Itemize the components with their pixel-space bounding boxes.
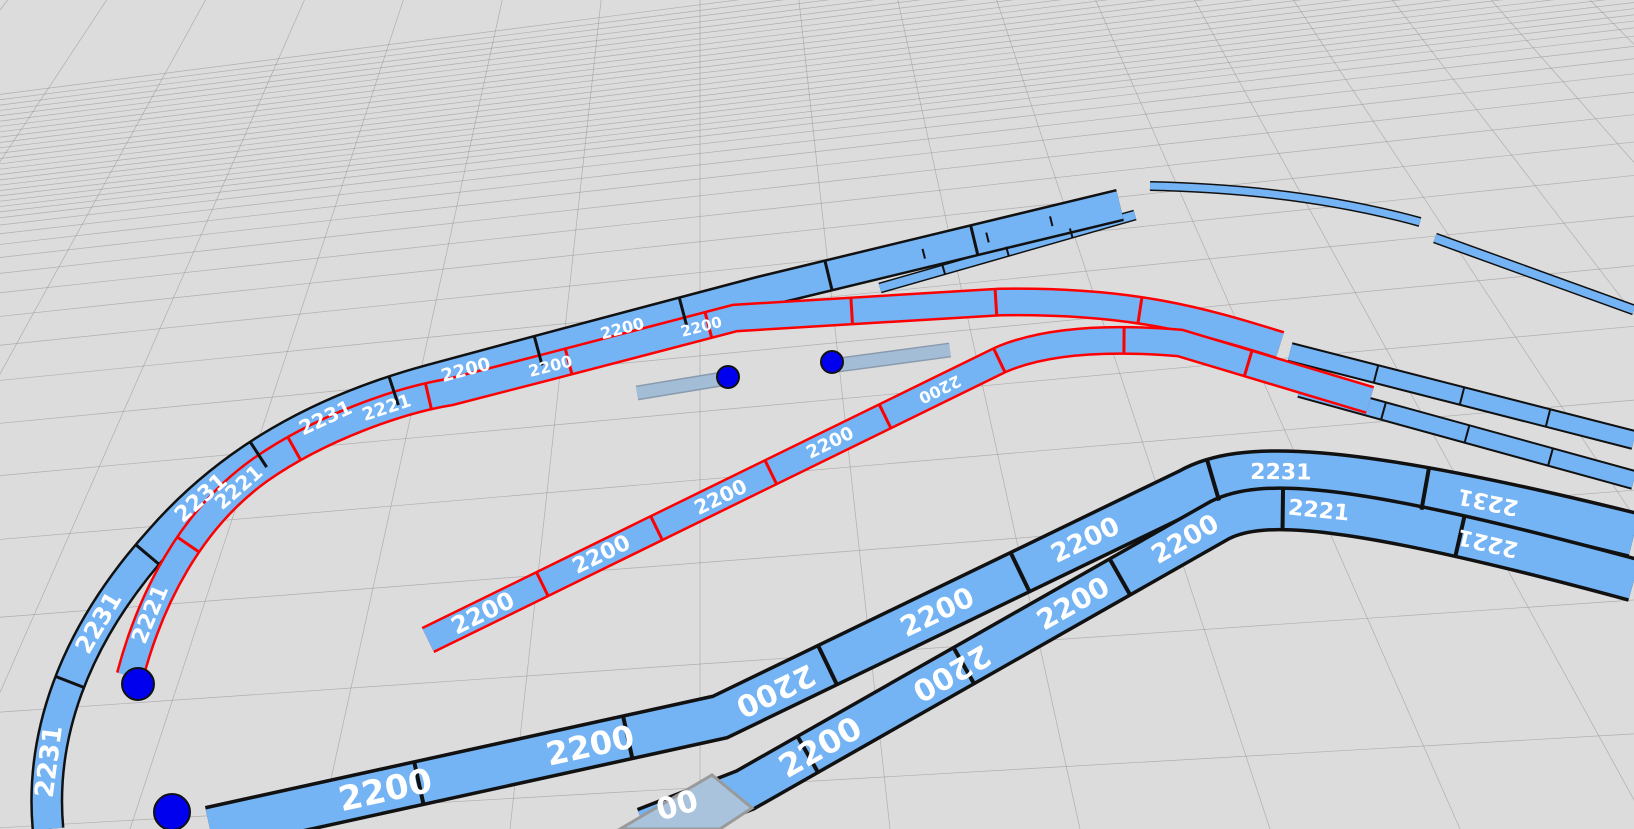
label-right-outer-curve-1: 2231 <box>1250 460 1312 486</box>
endpoint-marker-stub-2[interactable] <box>820 350 844 374</box>
layout-viewport[interactable]: 2231 2231 2231 2231 2200 2200 2221 2221 2221 2200… <box>0 0 1634 829</box>
track-joint <box>849 297 854 325</box>
endpoint-marker-stub-1[interactable] <box>716 365 740 389</box>
track-joint <box>993 289 999 316</box>
endpoint-marker-selected-loop[interactable] <box>121 667 155 701</box>
endpoint-marker-outer-loop[interactable] <box>153 793 191 829</box>
track-scene[interactable]: 2231223122312231220022002221222122212200… <box>0 0 1634 829</box>
